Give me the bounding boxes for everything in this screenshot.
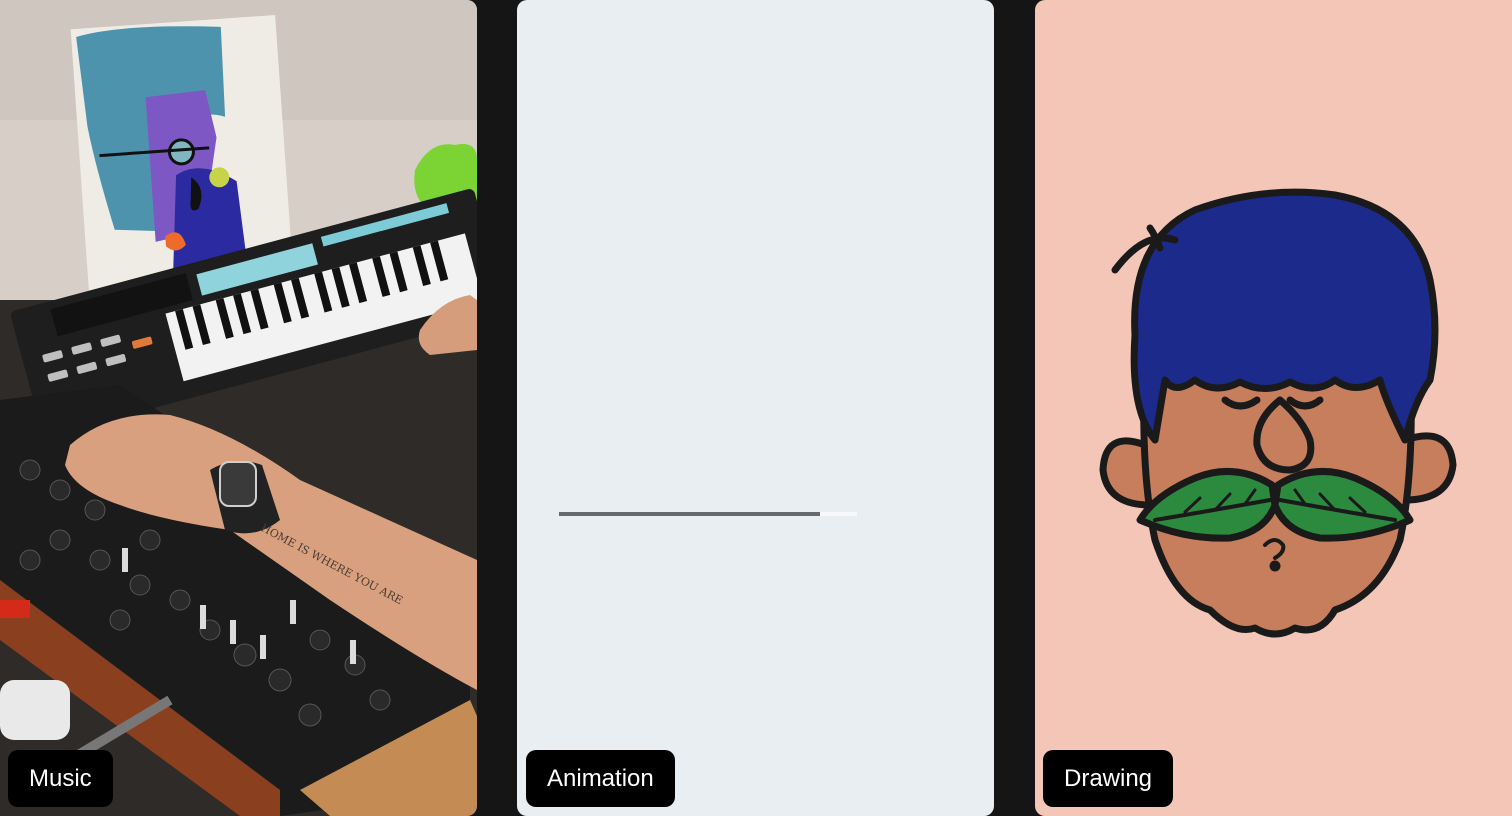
music-label[interactable]: Music [8, 750, 113, 807]
drawing-illustration [1099, 188, 1457, 638]
animation-panel[interactable]: Animation [517, 0, 994, 816]
animation-progress-fill [559, 512, 821, 516]
music-photo: HOME IS WHERE YOU ARE [0, 0, 477, 816]
music-panel[interactable]: HOME IS WHERE YOU ARE Music [0, 0, 477, 816]
animation-frame [517, 0, 994, 816]
animation-label[interactable]: Animation [526, 750, 675, 807]
drawing-panel[interactable]: Drawing [1035, 0, 1512, 816]
drawing-label[interactable]: Drawing [1043, 750, 1174, 807]
animation-progress-bar [559, 512, 857, 516]
